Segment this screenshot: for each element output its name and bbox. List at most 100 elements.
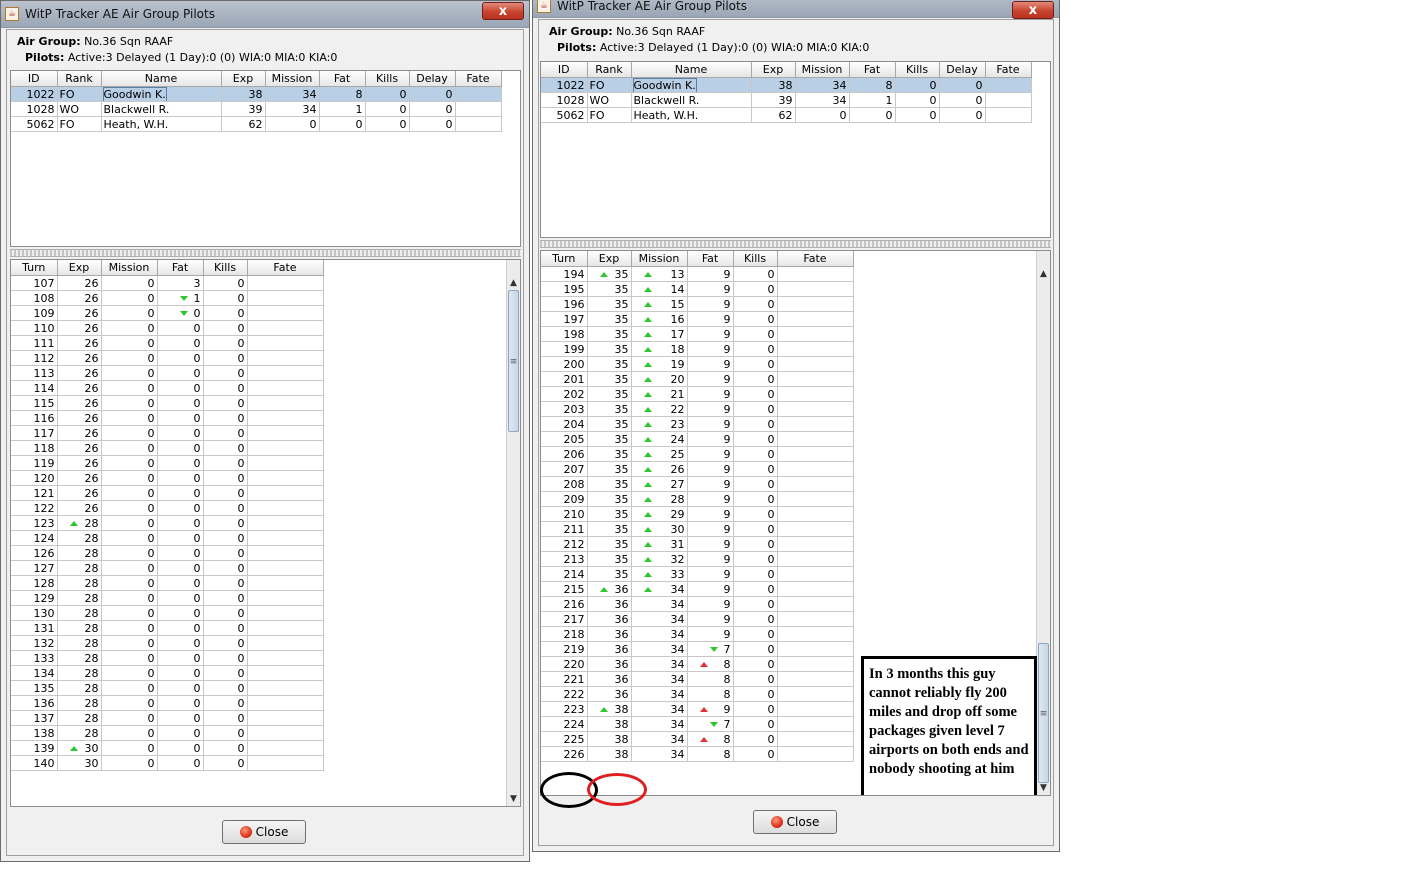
history-row[interactable]: 209 35 28 9 0	[541, 491, 854, 507]
history-table[interactable]: Turn Exp Mission Fat Kills Fate 194 35 13 9 0 195 35…	[541, 251, 854, 762]
column-header[interactable]: Fat	[157, 260, 204, 276]
left-title-bar[interactable]: ☕ WitP Tracker AE Air Group Pilots x	[1, 1, 529, 28]
column-header[interactable]: Exp	[751, 62, 796, 78]
history-row[interactable]: 112 26 0 0 0	[11, 350, 324, 366]
column-header[interactable]: Turn	[541, 251, 588, 267]
column-header[interactable]: Fat	[849, 62, 896, 78]
scroll-down-arrow-icon[interactable]: ▼	[507, 792, 520, 806]
history-row[interactable]: 132 28 0 0 0	[11, 635, 324, 651]
column-header[interactable]: Fat	[319, 71, 366, 87]
history-row[interactable]: 130 28 0 0 0	[11, 605, 324, 621]
column-header[interactable]: Fate	[777, 251, 854, 267]
column-header[interactable]: Rank	[587, 62, 632, 78]
column-header[interactable]: Kills	[895, 62, 940, 78]
column-header[interactable]: Fate	[985, 62, 1032, 78]
history-scrollbar[interactable]: ▲ ≡ ▼	[1036, 251, 1050, 795]
window-close-button[interactable]: x	[1012, 1, 1054, 19]
history-row[interactable]: 210 35 29 9 0	[541, 506, 854, 522]
history-row[interactable]: 123 28 0 0 0	[11, 515, 324, 531]
pilot-table-panel[interactable]: ID Rank Name Exp Mission Fat Kills Delay Fate 102…	[10, 70, 521, 247]
history-row[interactable]: 124 28 0 0 0	[11, 530, 324, 546]
history-row[interactable]: 207 35 26 9 0	[541, 461, 854, 477]
pilot-row[interactable]: 1028 WO Blackwell R. 39 34 1 0 0	[541, 92, 1032, 108]
history-row[interactable]: 214 35 33 9 0	[541, 566, 854, 582]
history-row[interactable]: 128 28 0 0 0	[11, 575, 324, 591]
history-row[interactable]: 120 26 0 0 0	[11, 470, 324, 486]
history-row[interactable]: 225 38 34 8 0	[541, 731, 854, 747]
scroll-up-arrow-icon[interactable]: ▲	[1037, 267, 1050, 281]
history-row[interactable]: 219 36 34 7 0	[541, 641, 854, 657]
history-row[interactable]: 218 36 34 9 0	[541, 626, 854, 642]
history-row[interactable]: 137 28 0 0 0	[11, 710, 324, 726]
history-row[interactable]: 206 35 25 9 0	[541, 446, 854, 462]
history-row[interactable]: 122 26 0 0 0	[11, 500, 324, 516]
history-row[interactable]: 129 28 0 0 0	[11, 590, 324, 606]
column-header[interactable]: Exp	[221, 71, 266, 87]
history-row[interactable]: 119 26 0 0 0	[11, 455, 324, 471]
pilot-row[interactable]: 1028 WO Blackwell R. 39 34 1 0 0	[11, 101, 502, 117]
pilot-table-panel[interactable]: ID Rank Name Exp Mission Fat Kills Delay Fate 102…	[540, 61, 1051, 238]
history-row[interactable]: 115 26 0 0 0	[11, 395, 324, 411]
history-row[interactable]: 217 36 34 9 0	[541, 611, 854, 627]
column-header[interactable]: Kills	[203, 260, 248, 276]
history-row[interactable]: 131 28 0 0 0	[11, 620, 324, 636]
history-row[interactable]: 199 35 18 9 0	[541, 341, 854, 357]
history-row[interactable]: 220 36 34 8 0	[541, 656, 854, 672]
history-row[interactable]: 203 35 22 9 0	[541, 401, 854, 417]
pilot-table[interactable]: ID Rank Name Exp Mission Fat Kills Delay Fate 102…	[11, 71, 502, 132]
history-row[interactable]: 204 35 23 9 0	[541, 416, 854, 432]
split-pane-divider[interactable]	[10, 249, 521, 257]
history-row[interactable]: 121 26 0 0 0	[11, 485, 324, 501]
history-row[interactable]: 216 36 34 9 0	[541, 596, 854, 612]
history-row[interactable]: 116 26 0 0 0	[11, 410, 324, 426]
history-row[interactable]: 126 28 0 0 0	[11, 545, 324, 561]
history-row[interactable]: 215 36 34 9 0	[541, 581, 854, 597]
column-header[interactable]: Name	[631, 62, 752, 78]
column-header[interactable]: Exp	[587, 251, 632, 267]
column-header[interactable]: Mission	[101, 260, 158, 276]
history-row[interactable]: 133 28 0 0 0	[11, 650, 324, 666]
scroll-thumb[interactable]: ≡	[508, 290, 519, 432]
right-title-bar[interactable]: ☕ WitP Tracker AE Air Group Pilots x	[533, 0, 1059, 19]
history-row[interactable]: 196 35 15 9 0	[541, 296, 854, 312]
pilot-row[interactable]: 5062 FO Heath, W.H. 62 0 0 0 0	[541, 107, 1032, 123]
close-button[interactable]: Close	[222, 820, 306, 844]
column-header[interactable]: Mission	[265, 71, 320, 87]
history-row[interactable]: 136 28 0 0 0	[11, 695, 324, 711]
history-row[interactable]: 108 26 0 1 0	[11, 290, 324, 306]
pilot-row[interactable]: 1022 FO Goodwin K. 38 34 8 0 0	[11, 86, 502, 102]
history-row[interactable]: 107 26 0 3 0	[11, 275, 324, 291]
history-row[interactable]: 226 38 34 8 0	[541, 746, 854, 762]
history-row[interactable]: 223 38 34 9 0	[541, 701, 854, 717]
history-row[interactable]: 213 35 32 9 0	[541, 551, 854, 567]
column-header[interactable]: Exp	[57, 260, 102, 276]
history-table[interactable]: Turn Exp Mission Fat Kills Fate 107 26 0 3 0 108 26 0…	[11, 260, 324, 771]
column-header[interactable]: Turn	[11, 260, 58, 276]
history-row[interactable]: 221 36 34 8 0	[541, 671, 854, 687]
history-row[interactable]: 205 35 24 9 0	[541, 431, 854, 447]
history-row[interactable]: 212 35 31 9 0	[541, 536, 854, 552]
close-button[interactable]: Close	[753, 810, 837, 834]
pilot-table[interactable]: ID Rank Name Exp Mission Fat Kills Delay Fate 102…	[541, 62, 1032, 123]
history-table-panel[interactable]: Turn Exp Mission Fat Kills Fate 194 35 13 9 0 195 35…	[540, 250, 1051, 796]
column-header[interactable]: Delay	[939, 62, 986, 78]
history-row[interactable]: 113 26 0 0 0	[11, 365, 324, 381]
history-row[interactable]: 134 28 0 0 0	[11, 665, 324, 681]
history-row[interactable]: 117 26 0 0 0	[11, 425, 324, 441]
history-row[interactable]: 127 28 0 0 0	[11, 560, 324, 576]
history-row[interactable]: 140 30 0 0 0	[11, 755, 324, 771]
column-header[interactable]: Fate	[455, 71, 502, 87]
column-header[interactable]: Fat	[687, 251, 734, 267]
column-header[interactable]: Kills	[733, 251, 778, 267]
history-row[interactable]: 138 28 0 0 0	[11, 725, 324, 741]
history-row[interactable]: 198 35 17 9 0	[541, 326, 854, 342]
history-row[interactable]: 197 35 16 9 0	[541, 311, 854, 327]
history-row[interactable]: 200 35 19 9 0	[541, 356, 854, 372]
column-header[interactable]: Mission	[795, 62, 850, 78]
history-row[interactable]: 118 26 0 0 0	[11, 440, 324, 456]
history-row[interactable]: 135 28 0 0 0	[11, 680, 324, 696]
scroll-up-arrow-icon[interactable]: ▲	[507, 276, 520, 290]
column-header[interactable]: Name	[101, 71, 222, 87]
history-row[interactable]: 109 26 0 0 0	[11, 305, 324, 321]
column-header[interactable]: Rank	[57, 71, 102, 87]
